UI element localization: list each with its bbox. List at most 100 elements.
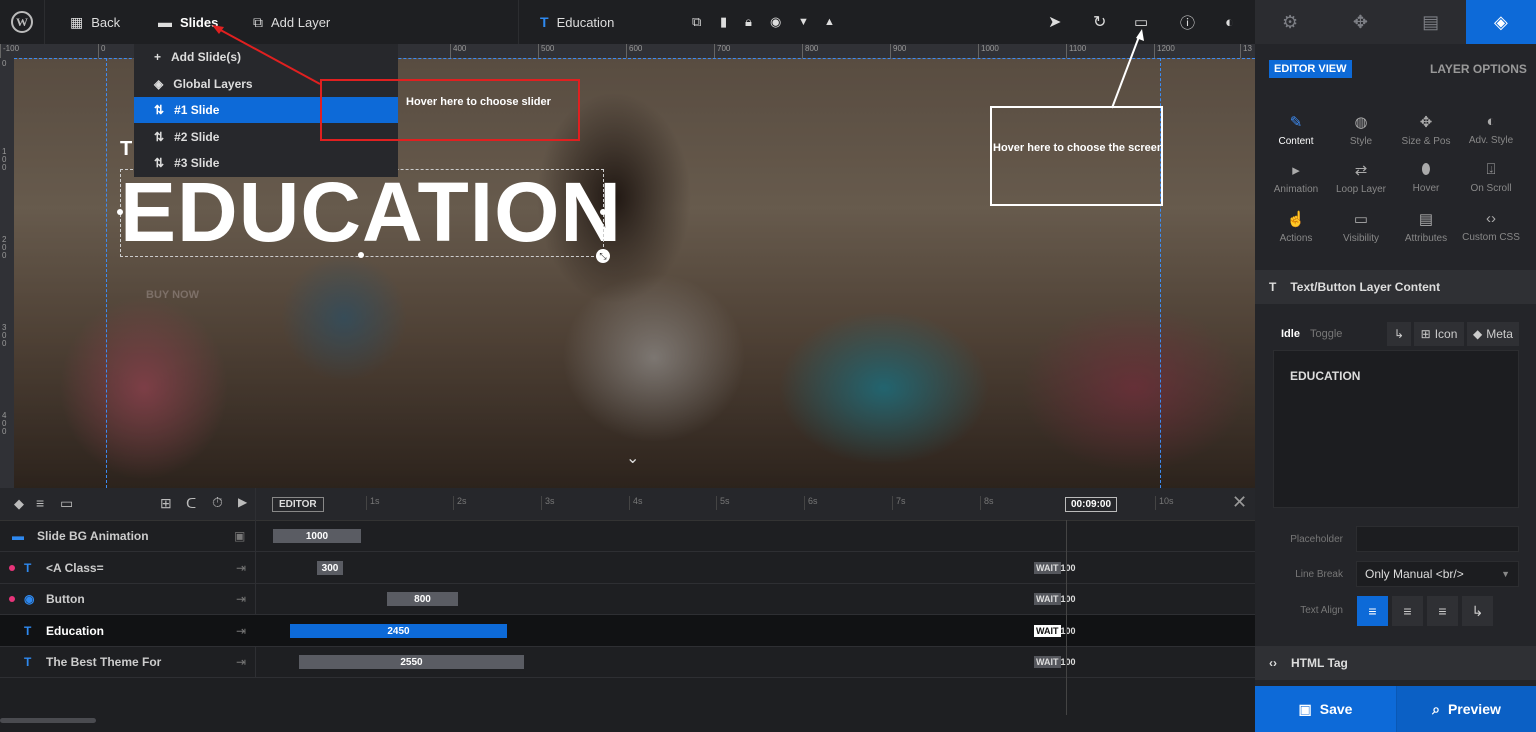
wait-label: WAIT: [1034, 656, 1061, 668]
option-label: Hover: [1412, 183, 1440, 194]
line-break-value: Only Manual <br/>: [1365, 567, 1464, 581]
option-custom-css[interactable]: ‹› Custom CSS: [1458, 210, 1524, 243]
option-content[interactable]: ✎ Content: [1263, 113, 1329, 147]
line-break-select[interactable]: Only Manual <br/> ▼: [1356, 561, 1519, 587]
list-icon[interactable]: ≡: [36, 495, 44, 511]
timeline-bar[interactable]: 1000: [273, 529, 361, 543]
save-button[interactable]: ▣ Save: [1255, 686, 1396, 732]
time-tick: 6s: [804, 496, 818, 510]
row-name: <A Class=: [46, 560, 104, 575]
timeline-bar[interactable]: 300: [317, 561, 343, 575]
option-loop-layer[interactable]: ⇄ Loop Layer: [1328, 161, 1394, 195]
icon-button[interactable]: ⊞ Icon: [1414, 322, 1464, 346]
play-icon[interactable]: ▶: [238, 495, 247, 509]
wait-value: 100: [1060, 563, 1076, 573]
loop-icon: ⇄: [1354, 162, 1368, 179]
hand-pointer-icon: ☝: [1286, 211, 1306, 228]
timeline-bar[interactable]: 2550: [299, 655, 524, 669]
wait-marker[interactable]: WAIT 100: [1034, 592, 1076, 606]
align-reset-icon[interactable]: ↳: [1462, 596, 1493, 626]
status-dot: [9, 565, 15, 571]
arrow-right-icon[interactable]: ⇥: [236, 583, 246, 614]
horizontal-scrollbar[interactable]: [0, 718, 96, 723]
option-label: Adv. Style: [1468, 135, 1514, 146]
toggle-tab[interactable]: Toggle: [1310, 328, 1342, 340]
wait-label: WAIT: [1034, 593, 1061, 605]
scroll-icon: ⍗: [1486, 161, 1496, 178]
align-left-icon[interactable]: ≡: [1357, 596, 1388, 626]
move-icon: ✥: [1419, 114, 1433, 131]
timeline-bar[interactable]: 800: [387, 592, 458, 606]
section-title: Text/Button Layer Content: [1290, 280, 1441, 294]
time-tick: 4s: [629, 496, 643, 510]
option-attributes[interactable]: ▤ Attributes: [1393, 210, 1459, 244]
idle-tab[interactable]: Idle: [1281, 328, 1300, 340]
layers-icon[interactable]: ◆: [14, 496, 24, 512]
file-icon: ▤: [1418, 211, 1434, 228]
status-dot: [9, 596, 15, 602]
timeline-bar[interactable]: 2450: [290, 624, 507, 638]
wait-marker[interactable]: WAIT 100: [1034, 624, 1076, 638]
time-tick: 8s: [980, 496, 994, 510]
time-tick: 3s: [541, 496, 555, 510]
search-icon: ⌕: [1432, 700, 1440, 717]
option-label: Loop Layer: [1335, 184, 1387, 195]
line-break-label: Line Break: [1295, 569, 1343, 580]
wait-marker[interactable]: WAIT 100: [1034, 655, 1076, 669]
timer-icon[interactable]: ⏱: [212, 494, 223, 511]
playhead-time[interactable]: 00:09:00: [1065, 497, 1118, 512]
align-right-icon[interactable]: ≡: [1427, 596, 1458, 626]
html-tag-section-header[interactable]: ‹› HTML Tag: [1255, 646, 1536, 680]
text-icon: T: [1269, 280, 1277, 294]
wait-label: WAIT: [1034, 562, 1061, 574]
save-label: Save: [1319, 701, 1353, 717]
row-name: Slide BG Animation: [37, 528, 149, 543]
option-animation[interactable]: ▸ Animation: [1263, 161, 1329, 195]
editor-view-badge[interactable]: EDITOR VIEW: [1269, 60, 1352, 78]
meta-button[interactable]: ◆ Meta: [1467, 322, 1519, 346]
text-align-label: Text Align: [1300, 605, 1343, 616]
time-tick: 7s: [892, 496, 906, 510]
text-layer-icon: T: [24, 654, 32, 669]
code-icon: ‹›: [1486, 210, 1496, 227]
editor-badge[interactable]: EDITOR: [272, 497, 324, 512]
option-on-scroll[interactable]: ⍗ On Scroll: [1458, 161, 1524, 194]
layer-content-value: EDUCATION: [1290, 369, 1361, 383]
screen-hint-text: Hover here to choose the screen: [993, 142, 1164, 154]
folder-icon[interactable]: ▭: [60, 495, 73, 512]
content-section-header[interactable]: T Text/Button Layer Content: [1255, 270, 1536, 304]
section-title: HTML Tag: [1291, 656, 1348, 670]
time-tick: 1s: [366, 496, 380, 510]
placeholder-input[interactable]: [1356, 526, 1519, 552]
option-size-pos[interactable]: ✥ Size & Pos: [1393, 113, 1459, 147]
row-name: The Best Theme For: [46, 654, 162, 669]
icon-button-label: Icon: [1434, 327, 1458, 341]
arrow-right-icon[interactable]: ⇥: [236, 552, 246, 583]
option-adv-style[interactable]: ◐ Adv. Style: [1458, 113, 1524, 146]
option-label: Actions: [1279, 233, 1313, 244]
align-center-icon[interactable]: ≡: [1392, 596, 1423, 626]
close-icon[interactable]: ✕: [1232, 492, 1247, 513]
magnet-icon[interactable]: ᑕ: [186, 495, 196, 512]
option-hover[interactable]: ⬮ Hover: [1393, 161, 1459, 194]
time-tick: 5s: [716, 496, 730, 510]
screen-hint-box: [990, 106, 1163, 206]
icon-grid-icon: ⊞: [1420, 327, 1431, 341]
option-style[interactable]: ◍ Style: [1328, 113, 1394, 147]
preview-button[interactable]: ⌕ Preview: [1396, 686, 1536, 732]
option-visibility[interactable]: ▭ Visibility: [1328, 210, 1394, 244]
wait-marker[interactable]: WAIT 100: [1034, 561, 1076, 575]
line-break-icon[interactable]: ↳: [1387, 322, 1411, 346]
option-label: Content: [1278, 136, 1314, 147]
folder-icon[interactable]: ▣: [234, 520, 245, 551]
wait-value: 100: [1060, 626, 1076, 636]
tag-icon: ◆: [1473, 327, 1483, 341]
button-layer-icon: ◉: [24, 591, 35, 606]
arrow-right-icon[interactable]: ⇥: [236, 615, 246, 646]
option-actions[interactable]: ☝ Actions: [1263, 210, 1329, 244]
palette-icon: ◍: [1354, 114, 1368, 131]
arrow-right-icon[interactable]: ⇥: [236, 646, 246, 677]
row-name: Button: [46, 591, 85, 606]
mouse-icon: ⬮: [1421, 161, 1431, 178]
grid-icon[interactable]: ⊞: [160, 495, 172, 512]
